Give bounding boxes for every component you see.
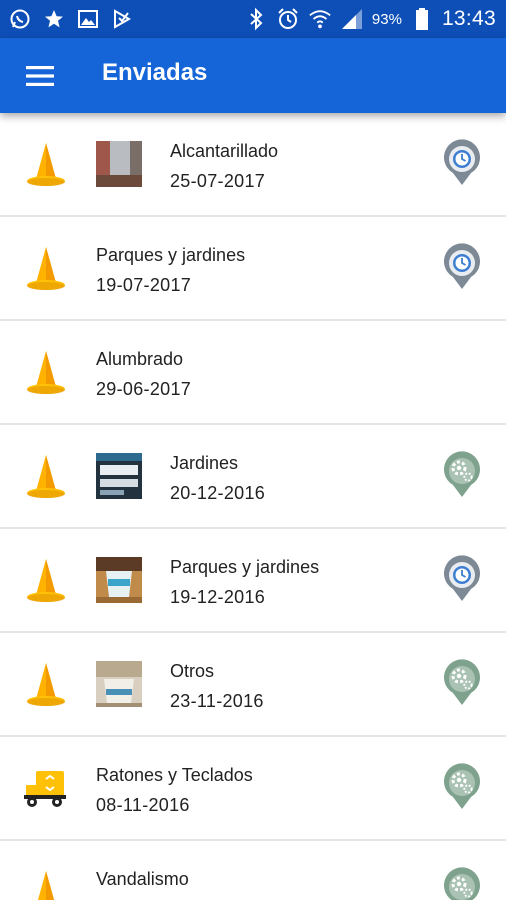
cone-icon <box>27 663 65 706</box>
item-category: Jardines <box>170 453 239 473</box>
item-date: 19-12-2016 <box>170 587 266 607</box>
list-item[interactable]: Jardines 20-12-2016 <box>0 425 506 529</box>
cone-icon <box>27 559 65 602</box>
list-item[interactable]: Vandalismo <box>0 841 506 900</box>
play-store-icon <box>110 7 134 31</box>
app-bar: Enviadas <box>0 38 506 113</box>
item-texts: Jardines 20-12-2016 <box>170 451 265 505</box>
sent-reports-list: Alcantarillado 25-07-2017 Parques y jard… <box>0 113 506 900</box>
item-texts: Ratones y Teclados 08-11-2016 <box>96 763 253 817</box>
item-category: Alumbrado <box>96 349 184 369</box>
item-texts: Vandalismo <box>96 867 189 897</box>
item-category: Alcantarillado <box>170 141 279 161</box>
report-photo-thumbnail[interactable] <box>96 661 142 707</box>
cone-icon <box>27 143 65 186</box>
menu-button[interactable] <box>20 58 60 94</box>
item-date: 19-07-2017 <box>96 275 192 295</box>
battery-icon <box>410 7 434 31</box>
item-texts: Alcantarillado 25-07-2017 <box>170 139 278 193</box>
cone-icon <box>27 247 65 290</box>
item-category: Ratones y Teclados <box>96 765 253 785</box>
list-item[interactable]: Alcantarillado 25-07-2017 <box>0 113 506 217</box>
gear-status-icon <box>444 451 480 497</box>
report-photo-thumbnail[interactable] <box>96 141 142 187</box>
item-category: Vandalismo <box>96 869 189 889</box>
page-title: Enviadas <box>102 59 208 86</box>
gear-status-icon <box>444 867 480 900</box>
list-item[interactable]: Parques y jardines 19-07-2017 <box>0 217 506 321</box>
item-texts: Alumbrado 29-06-2017 <box>96 347 191 401</box>
item-category: Parques y jardines <box>96 245 246 265</box>
cone-icon <box>27 455 65 498</box>
list-item[interactable]: Ratones y Teclados 08-11-2016 <box>0 737 506 841</box>
bluetooth-icon <box>244 7 268 31</box>
item-category: Otros <box>170 661 215 681</box>
item-texts: Otros 23-11-2016 <box>170 659 264 713</box>
clock-status-icon <box>444 555 480 601</box>
item-date: 08-11-2016 <box>96 795 190 815</box>
report-photo-thumbnail[interactable] <box>96 453 142 499</box>
star-icon <box>42 7 66 31</box>
cone-icon <box>27 351 65 394</box>
recycle-truck-icon <box>24 771 66 807</box>
item-texts: Parques y jardines 19-07-2017 <box>96 243 245 297</box>
gear-status-icon <box>444 659 480 705</box>
menu-icon <box>26 66 54 86</box>
list-item[interactable]: Parques y jardines 19-12-2016 <box>0 529 506 633</box>
signal-icon <box>340 7 364 31</box>
system-icons: 93% 13:43 <box>244 5 496 33</box>
item-texts: Parques y jardines 19-12-2016 <box>170 555 319 609</box>
item-date: 20-12-2016 <box>170 483 266 503</box>
clock-status-icon <box>444 243 480 289</box>
clock: 13:43 <box>441 7 496 30</box>
item-category: Parques y jardines <box>170 557 320 577</box>
list-item[interactable]: Alumbrado 29-06-2017 <box>0 321 506 425</box>
image-icon <box>76 7 100 31</box>
item-date: 29-06-2017 <box>96 379 192 399</box>
item-date: 23-11-2016 <box>170 691 264 711</box>
status-bar: 93% 13:43 <box>0 0 506 38</box>
alarm-icon <box>276 7 300 31</box>
list-item[interactable]: Otros 23-11-2016 <box>0 633 506 737</box>
whatsapp-icon <box>8 7 32 31</box>
wifi-icon <box>308 7 332 31</box>
item-date: 25-07-2017 <box>170 171 266 191</box>
gear-status-icon <box>444 763 480 809</box>
notification-icons <box>8 7 134 31</box>
report-photo-thumbnail[interactable] <box>96 557 142 603</box>
battery-percent: 93% <box>371 10 402 28</box>
clock-status-icon <box>444 139 480 185</box>
cone-icon <box>37 871 55 900</box>
